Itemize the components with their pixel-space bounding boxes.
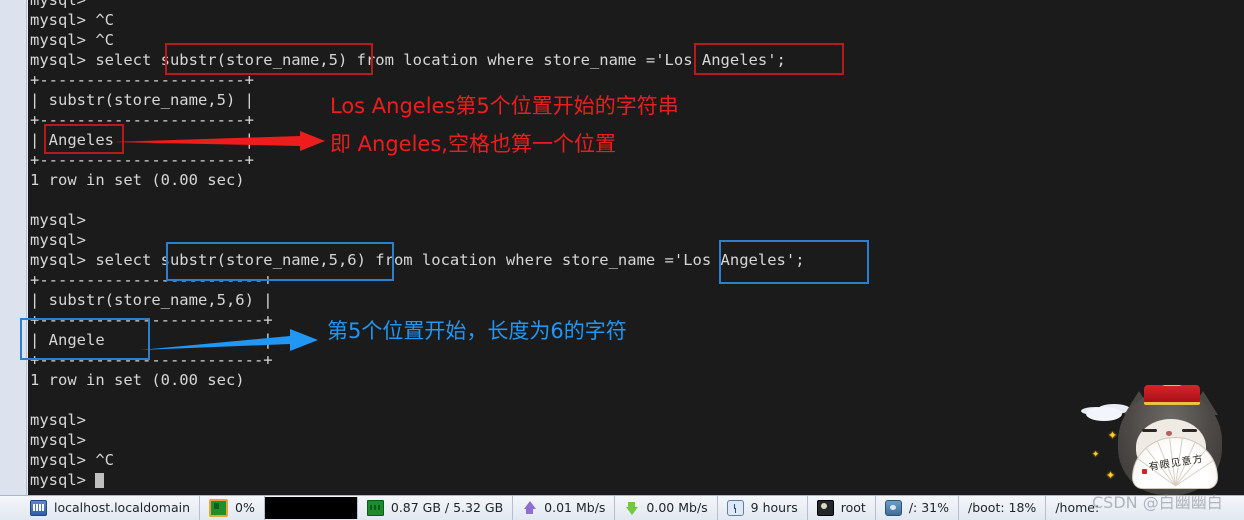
terminal-line: mysql>: [30, 231, 86, 249]
terminal-line: mysql>: [30, 0, 86, 9]
terminal-line: +----------------------+: [30, 151, 254, 169]
ram-icon: [366, 500, 384, 516]
terminal-line: +----------------------+: [30, 111, 254, 129]
host-icon: [30, 500, 47, 516]
status-item-cpu[interactable]: 0%: [200, 496, 265, 520]
status-disk-root-label: /: 31%: [908, 499, 949, 515]
terminal-text: mysql> mysql> ^C mysql> ^C mysql> select su…: [30, 0, 805, 490]
status-item-disk-boot[interactable]: /boot: 18%: [959, 496, 1047, 520]
status-bar: localhost.localdomain 0% 0.87 GB / 5.32 …: [0, 495, 1244, 520]
status-hostname-label: localhost.localdomain: [54, 499, 191, 515]
terminal-line: +------------------------+: [30, 271, 273, 289]
disk-icon: [884, 500, 902, 516]
user-icon: [816, 500, 834, 516]
status-item-uptime[interactable]: 9 hours: [718, 496, 808, 520]
cat-nose: [1166, 431, 1172, 436]
terminal-line: mysql>: [30, 470, 805, 490]
terminal-line: | substr(store_name,5) |: [30, 91, 254, 109]
download-icon: [624, 501, 639, 515]
cpu-icon: [209, 499, 229, 517]
cat-eye-right: [1182, 429, 1197, 432]
status-upload-label: 0.01 Mb/s: [544, 499, 606, 515]
status-item-disk-root[interactable]: /: 31%: [876, 496, 959, 520]
terminal-line: 1 row in set (0.00 sec): [30, 171, 245, 189]
cpu-graph-panel[interactable]: [264, 497, 358, 519]
terminal-line: | Angeles |: [30, 131, 254, 149]
window-left-gutter: [0, 0, 27, 495]
status-uptime-label: 9 hours: [750, 499, 798, 515]
terminal-line: +------------------------+: [30, 351, 273, 369]
terminal-line: | substr(store_name,5,6) |: [30, 291, 273, 309]
status-item-memory[interactable]: 0.87 GB / 5.32 GB: [358, 496, 514, 520]
terminal-window: mysql> mysql> ^C mysql> ^C mysql> select su…: [0, 0, 1244, 520]
sparkle-icon: ✦: [1106, 465, 1116, 483]
cat-hat-icon: [1144, 385, 1200, 405]
status-download-label: 0.00 Mb/s: [646, 499, 708, 515]
status-memory-label: 0.87 GB / 5.32 GB: [390, 499, 504, 515]
status-user-label: root: [840, 499, 866, 515]
status-item-upload[interactable]: 0.01 Mb/s: [513, 496, 616, 520]
terminal-line: mysql> select substr(store_name,5) from …: [30, 51, 786, 69]
terminal-line: mysql> ^C: [30, 31, 114, 49]
upload-icon: [522, 501, 537, 515]
status-item-download[interactable]: 0.00 Mb/s: [615, 496, 718, 520]
status-disk-home-label: /home:: [1055, 499, 1100, 515]
terminal-line: mysql> ^C: [30, 451, 114, 469]
sparkle-icon: ✦: [1108, 425, 1118, 443]
status-item-disk-home[interactable]: /home:: [1046, 496, 1108, 520]
status-disk-boot-label: /boot: 18%: [968, 499, 1037, 515]
cloud-icon: [1086, 407, 1122, 421]
terminal-line: 1 row in set (0.00 sec): [30, 371, 245, 389]
terminal-line: mysql>: [30, 431, 86, 449]
terminal-line: mysql>: [30, 211, 86, 229]
cat-eye-left: [1142, 429, 1157, 432]
terminal-cursor: [95, 473, 105, 488]
status-item-hostname[interactable]: localhost.localdomain: [0, 496, 201, 520]
terminal-output-area[interactable]: mysql> mysql> ^C mysql> ^C mysql> select su…: [28, 0, 1244, 495]
sparkle-icon: ✦: [1092, 446, 1100, 460]
cat-sticker: ✦ ✦ ✦ 有眼见意方: [1070, 385, 1244, 495]
terminal-line: mysql> select substr(store_name,5,6) fro…: [30, 251, 805, 269]
status-item-user[interactable]: root: [808, 496, 876, 520]
terminal-line: mysql>: [30, 411, 86, 429]
terminal-line: mysql> ^C: [30, 11, 114, 29]
clock-icon: [726, 500, 744, 516]
terminal-line: +------------------------+: [30, 311, 273, 329]
terminal-line: +----------------------+: [30, 71, 254, 89]
status-cpu-label: 0%: [235, 499, 255, 515]
terminal-line: | Angele |: [30, 331, 273, 349]
